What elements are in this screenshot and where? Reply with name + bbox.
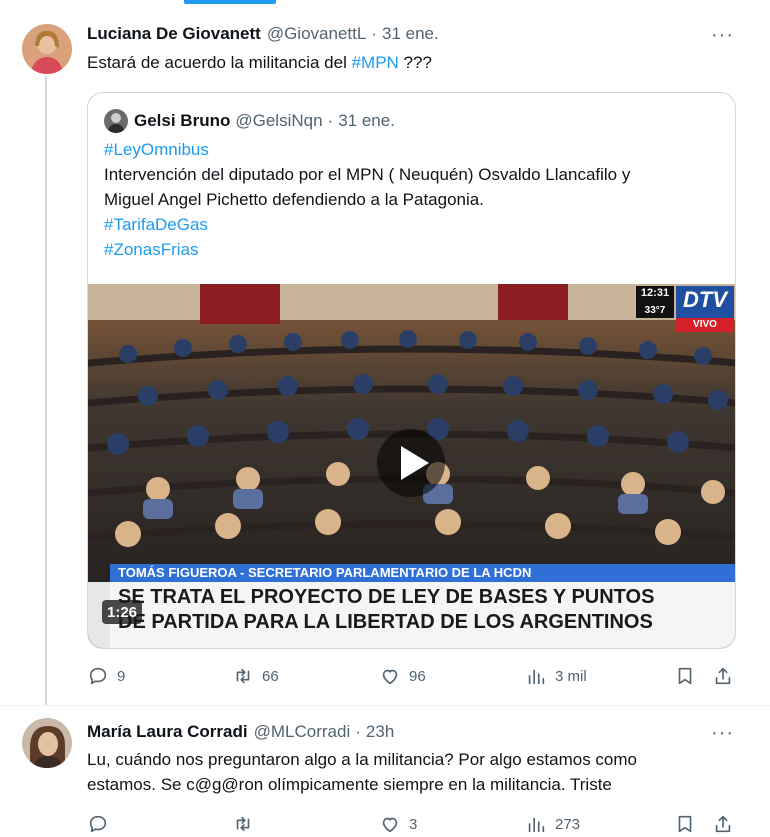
tweet-text: Lu, cuándo nos preguntaron algo a la mil… <box>87 747 637 797</box>
video-player[interactable]: 12:31 33°7 DTV VIVO TOMÁS FIGUEROA - SEC… <box>88 284 735 648</box>
separator: · <box>355 722 361 741</box>
video-temperature: 33°7 <box>644 305 666 316</box>
video-name-bar: TOMÁS FIGUEROA - SECRETARIO PARLAMENTARI… <box>118 565 532 580</box>
quoted-avatar <box>104 109 128 133</box>
quoted-hashtag-line: #LeyOmnibus <box>104 140 209 159</box>
quoted-text: #LeyOmnibus Intervención del diputado po… <box>104 137 724 262</box>
live-badge: VIVO <box>693 319 717 330</box>
thread-line <box>45 76 47 706</box>
reply-count: 9 <box>117 667 126 685</box>
author-name[interactable]: Luciana De Giovanett <box>87 24 261 44</box>
author-handle[interactable]: @MLCorradi <box>254 722 351 742</box>
avatar[interactable] <box>22 24 72 74</box>
video-duration: 1:26 <box>106 604 138 621</box>
quoted-hashtag-line: #ZonasFrias <box>104 240 199 259</box>
quoted-hashtag-line: #TarifaDeGas <box>104 215 208 234</box>
tweet[interactable]: Luciana De Giovanett @GiovanettL · 31 en… <box>0 0 770 706</box>
tweet-date[interactable]: 31 ene. <box>382 24 439 44</box>
quoted-tweet[interactable]: Gelsi Bruno @GelsiNqn · 31 ene. #LeyOmni… <box>87 92 736 649</box>
video-headline: DE PARTIDA PARA LA LIBERTAD DE LOS ARGEN… <box>118 611 653 633</box>
tweet-text-part: ??? <box>398 53 432 72</box>
video-headline: SE TRATA EL PROYECTO DE LEY DE BASES Y P… <box>118 586 655 608</box>
analytics-icon <box>528 669 545 685</box>
avatar[interactable] <box>22 718 72 768</box>
hashtag-link[interactable]: #MPN <box>352 53 399 72</box>
channel-logo: DTV <box>683 287 727 312</box>
tweet-text-line: estamos. Se c@g@ron olímpicamente siempr… <box>87 775 612 794</box>
quoted-text-line: Intervención del diputado por el MPN ( N… <box>104 165 631 184</box>
like-count: 96 <box>409 667 426 685</box>
quoted-author-name: Gelsi Bruno <box>134 111 231 130</box>
view-count: 3 mil <box>555 667 587 685</box>
like-count: 3 <box>409 815 418 833</box>
play-icon[interactable] <box>377 429 445 497</box>
separator: · <box>327 111 334 130</box>
share-button[interactable] <box>712 665 734 687</box>
quoted-date: 31 ene. <box>338 111 395 130</box>
repost-count: 66 <box>262 667 279 685</box>
repost-button[interactable]: 66 <box>232 665 279 687</box>
views-button[interactable]: 3 mil <box>525 665 587 687</box>
view-count: 273 <box>555 815 581 833</box>
tweet-header: María Laura Corradi @MLCorradi · 23h <box>87 722 394 742</box>
more-options-icon[interactable]: ··· <box>711 723 734 743</box>
share-icon <box>715 667 731 685</box>
quoted-text-line: Miguel Angel Pichetto defendiendo a la P… <box>104 190 484 209</box>
bookmark-button[interactable] <box>674 665 696 687</box>
tweet-text-part: Estará de acuerdo la militancia del <box>87 53 352 72</box>
reply-icon <box>89 667 107 685</box>
video-clock: 12:31 <box>640 287 670 299</box>
more-options-icon[interactable]: ··· <box>711 25 734 45</box>
like-button[interactable]: 96 <box>379 665 426 687</box>
author-name[interactable]: María Laura Corradi <box>87 722 248 742</box>
tweet-header: Luciana De Giovanett @GiovanettL · 31 en… <box>87 24 439 44</box>
author-handle[interactable]: @GiovanettL <box>267 24 366 44</box>
repost-icon <box>236 668 250 684</box>
reply-button[interactable]: 9 <box>87 665 125 687</box>
action-bar: 9 66 96 3 mil <box>87 665 737 689</box>
tweet-text-line: Lu, cuándo nos preguntaron algo a la mil… <box>87 750 638 769</box>
quoted-author-handle: @GelsiNqn <box>235 111 323 130</box>
tweet-date[interactable]: 23h <box>366 722 394 742</box>
tweet[interactable]: María Laura Corradi @MLCorradi · 23h ···… <box>0 706 770 833</box>
heart-icon <box>382 669 398 685</box>
tweet-text: Estará de acuerdo la militancia del #MPN… <box>87 50 432 75</box>
action-bar: 3 273 <box>87 813 737 837</box>
quoted-tweet-header: Gelsi Bruno @GelsiNqn · 31 ene. <box>104 109 395 133</box>
bookmark-icon <box>678 667 692 685</box>
separator: · <box>371 24 377 43</box>
